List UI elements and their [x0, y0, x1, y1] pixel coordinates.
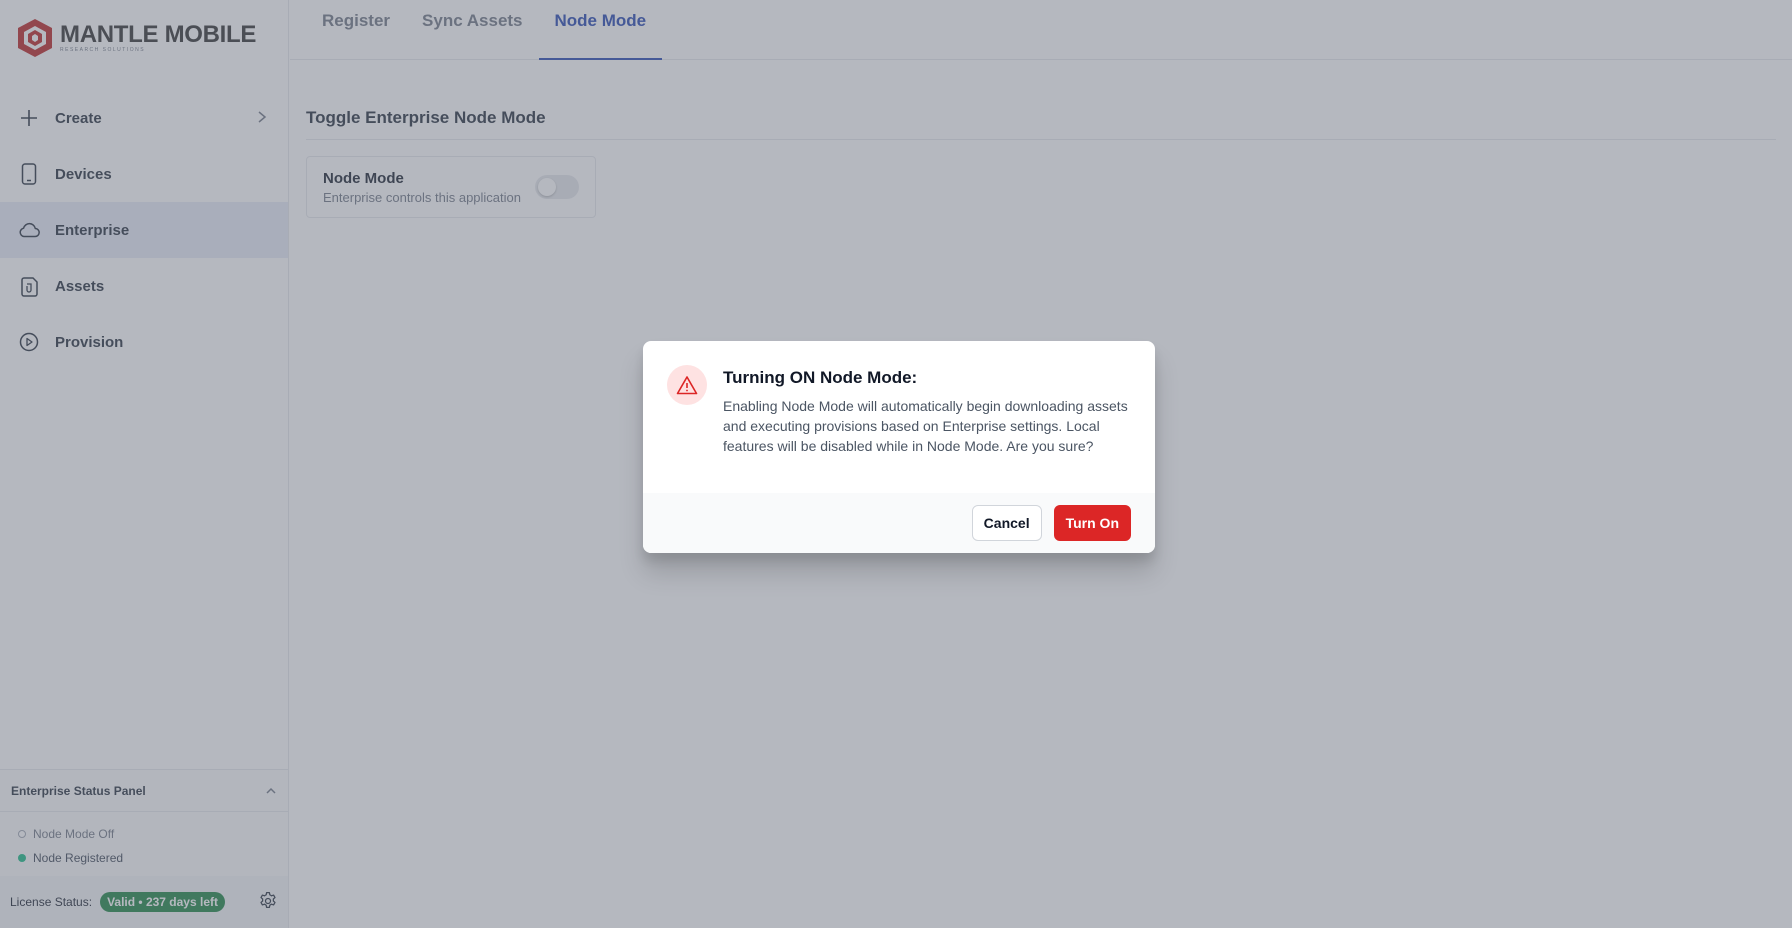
dialog-description: Enabling Node Mode will automatically be…: [723, 398, 1128, 454]
confirm-dialog: Turning ON Node Mode: Enabling Node Mode…: [643, 341, 1155, 553]
warning-badge: [667, 365, 707, 405]
dialog-footer: Cancel Turn On: [643, 493, 1155, 553]
turn-on-button[interactable]: Turn On: [1053, 505, 1131, 541]
cancel-button[interactable]: Cancel: [971, 505, 1042, 541]
dialog-title: Turning ON Node Mode:: [723, 368, 918, 387]
warning-triangle-icon: [676, 376, 698, 395]
